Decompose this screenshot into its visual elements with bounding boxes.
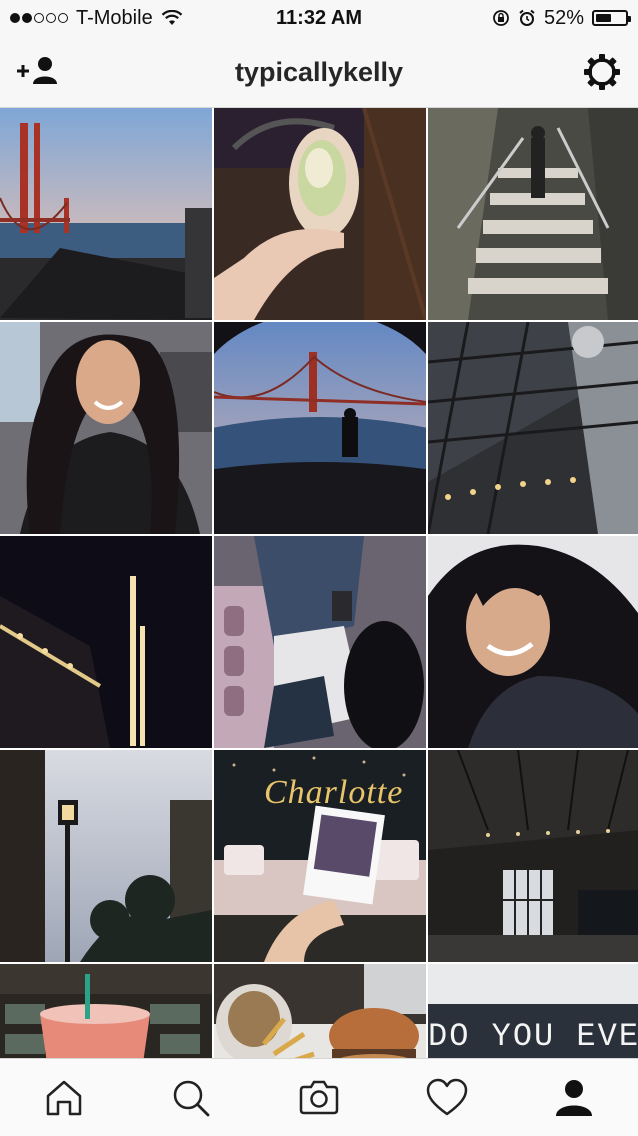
tab-search[interactable] <box>163 1070 219 1126</box>
photo-golden-gate-fisheye <box>214 322 426 534</box>
page-title: typicallykelly <box>234 57 404 87</box>
gear-icon <box>584 54 620 90</box>
photo-tile[interactable] <box>214 108 426 320</box>
photo-tile[interactable] <box>214 964 426 1058</box>
photo-sign-text: DO YOU EVEN <box>428 1018 638 1055</box>
photo-grid: Charlotte DO YOU EVEN <box>0 108 638 1058</box>
profile-icon <box>556 1079 593 1116</box>
photo-iced-drink <box>0 964 212 1058</box>
photo-tiled-stairway <box>428 108 638 320</box>
tab-profile[interactable] <box>546 1070 602 1126</box>
settings-button[interactable] <box>582 52 622 92</box>
battery-icon <box>592 10 631 26</box>
photo-burger-fries <box>214 964 426 1058</box>
photo-street-lamp <box>0 750 212 962</box>
battery-percent: 52% <box>543 7 584 29</box>
photo-golden-gate-bridge <box>0 108 212 320</box>
battery-fill <box>596 14 611 22</box>
profile-header: typicallykelly <box>0 36 638 108</box>
photo-tile[interactable] <box>0 108 212 320</box>
photo-industrial-hall <box>428 750 638 962</box>
photo-tile[interactable] <box>214 536 426 748</box>
photo-selfie-car <box>0 322 212 534</box>
photo-caption-charlotte: Charlotte <box>264 774 404 811</box>
search-icon <box>174 1080 210 1116</box>
status-bar: T-Mobile 11:32 AM 52% <box>0 0 638 36</box>
photo-burrito <box>214 108 426 320</box>
tab-camera[interactable] <box>291 1070 347 1126</box>
photo-tile[interactable] <box>428 750 638 962</box>
photo-tile[interactable]: DO YOU EVEN <box>428 964 638 1058</box>
photo-tile[interactable] <box>0 536 212 748</box>
photo-tile[interactable]: Charlotte <box>214 750 426 962</box>
status-right: 52% <box>492 0 631 36</box>
photo-tile[interactable] <box>428 322 638 534</box>
camera-icon <box>299 1080 339 1114</box>
photo-tile[interactable] <box>428 108 638 320</box>
photo-tile[interactable] <box>0 750 212 962</box>
photo-legs-phone <box>214 536 426 748</box>
home-icon <box>46 1080 82 1115</box>
orientation-lock-icon <box>493 10 509 26</box>
photo-tile[interactable] <box>0 964 212 1058</box>
tab-activity[interactable] <box>419 1070 475 1126</box>
photo-night-tower <box>0 536 212 748</box>
photo-ferry-building-roof <box>428 322 638 534</box>
photo-tile[interactable] <box>428 536 638 748</box>
tab-bar <box>0 1058 638 1136</box>
heart-icon <box>426 1078 467 1115</box>
tab-home[interactable] <box>36 1070 92 1126</box>
alarm-icon <box>519 9 535 26</box>
photo-tile[interactable] <box>0 322 212 534</box>
photo-tile[interactable] <box>214 322 426 534</box>
photo-selfie-fisheye <box>428 536 638 748</box>
